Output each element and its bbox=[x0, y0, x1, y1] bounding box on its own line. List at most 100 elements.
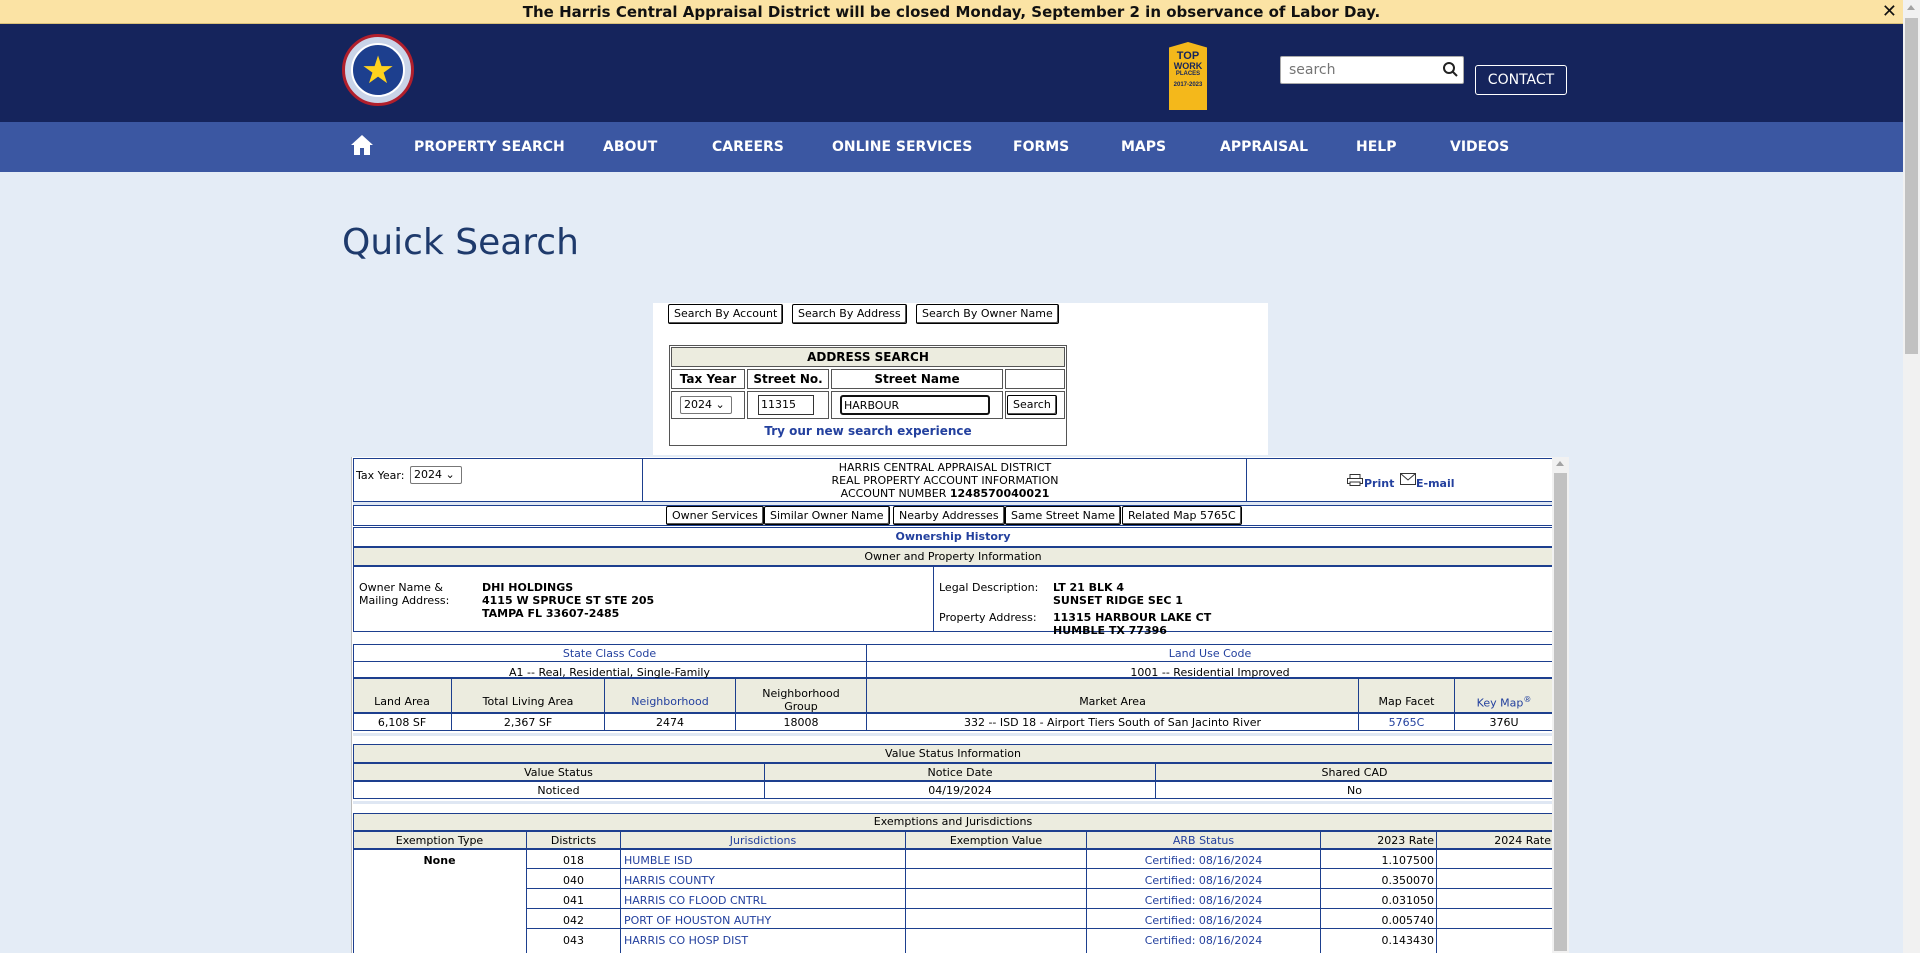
close-icon[interactable]: ✕ bbox=[1882, 0, 1897, 24]
arb-status-value[interactable]: Certified: 08/16/2024 bbox=[1087, 934, 1320, 947]
neighborhood-link[interactable]: Neighborhood bbox=[605, 695, 735, 708]
search-icon[interactable] bbox=[1441, 59, 1459, 81]
search-by-owner-button[interactable]: Search By Owner Name bbox=[916, 304, 1059, 324]
jurisdiction-link[interactable]: HUMBLE ISD bbox=[624, 854, 693, 867]
print-link[interactable]: Print bbox=[1364, 477, 1394, 490]
ownership-history-link[interactable]: Ownership History bbox=[353, 530, 1553, 543]
arb-status-link[interactable]: ARB Status bbox=[1087, 834, 1320, 847]
value-status-title: Value Status Information bbox=[885, 747, 1021, 760]
top-workplaces-badge: TOP WORK PLACES 2017-2023 bbox=[1169, 42, 1207, 110]
street-no-input[interactable]: 11315 bbox=[758, 395, 814, 415]
badge-line: PLACES bbox=[1175, 71, 1201, 77]
email-link[interactable]: E-mail bbox=[1416, 477, 1455, 490]
nav-videos[interactable]: VIDEOS bbox=[1450, 122, 1509, 172]
tax-year-value: 2024 bbox=[684, 398, 712, 411]
scroll-up-icon[interactable] bbox=[1907, 5, 1915, 10]
col-market-area: Market Area bbox=[1079, 695, 1146, 708]
rate-2023: 0.031050 bbox=[1381, 894, 1435, 907]
col-exemption-type: Exemption Type bbox=[395, 834, 484, 847]
col-map-facet: Map Facet bbox=[1378, 695, 1435, 708]
chevron-down-icon: ⌄ bbox=[715, 398, 725, 411]
report-scroll-thumb[interactable] bbox=[1554, 473, 1567, 951]
printer-icon[interactable] bbox=[1347, 474, 1363, 486]
district-code: 042 bbox=[563, 914, 584, 927]
col-street-name: Street Name bbox=[831, 369, 1003, 389]
arb-status-value[interactable]: Certified: 08/16/2024 bbox=[1087, 874, 1320, 887]
contact-button[interactable]: CONTACT bbox=[1475, 65, 1567, 95]
nearby-addresses-button[interactable]: Nearby Addresses bbox=[893, 506, 1005, 525]
key-map-link[interactable]: Key Map® bbox=[1455, 695, 1553, 710]
district-code: 043 bbox=[563, 934, 584, 947]
legal-description-1: LT 21 BLK 4 bbox=[1053, 581, 1125, 594]
jurisdiction-link[interactable]: PORT OF HOUSTON AUTHY bbox=[624, 914, 771, 927]
district-code: 041 bbox=[563, 894, 584, 907]
state-class-code-link[interactable]: State Class Code bbox=[353, 647, 866, 660]
nav-online-services[interactable]: ONLINE SERVICES bbox=[832, 122, 972, 172]
arb-status-value[interactable]: Certified: 08/16/2024 bbox=[1087, 854, 1320, 867]
hcad-logo[interactable]: ★ bbox=[342, 34, 414, 106]
jurisdiction-link[interactable]: HARRIS CO HOSP DIST bbox=[624, 934, 748, 947]
property-address-1: 11315 HARBOUR LAKE CT bbox=[1053, 611, 1212, 624]
owner-services-button[interactable]: Owner Services bbox=[666, 506, 764, 525]
closure-banner: The Harris Central Appraisal District wi… bbox=[0, 0, 1903, 24]
market-area-value: 332 -- ISD 18 - Airport Tiers South of S… bbox=[963, 716, 1262, 729]
legal-description-2: SUNSET RIDGE SEC 1 bbox=[1053, 594, 1183, 607]
registered-mark: ® bbox=[1523, 695, 1532, 704]
similar-owner-button[interactable]: Similar Owner Name bbox=[764, 506, 890, 525]
arb-status-value[interactable]: Certified: 08/16/2024 bbox=[1087, 914, 1320, 927]
jurisdiction-link[interactable]: HARRIS CO FLOOD CNTRL bbox=[624, 894, 766, 907]
address-search-button[interactable]: Search bbox=[1007, 395, 1057, 415]
nav-about[interactable]: ABOUT bbox=[603, 122, 657, 172]
owner-section-title: Owner and Property Information bbox=[864, 550, 1042, 563]
nav-careers[interactable]: CAREERS bbox=[712, 122, 784, 172]
account-number-line: ACCOUNT NUMBER 1248570040021 bbox=[644, 487, 1246, 500]
new-search-experience-link[interactable]: Try our new search experience bbox=[671, 421, 1065, 444]
page-scroll-thumb[interactable] bbox=[1905, 18, 1918, 354]
chevron-down-icon: ⌄ bbox=[445, 468, 455, 481]
report-scrollbar[interactable] bbox=[1552, 457, 1569, 953]
account-report-frame: Tax Year: 2024 ⌄ HARRIS CENTRAL APPRAISA… bbox=[351, 457, 1569, 953]
jurisdictions-link[interactable]: Jurisdictions bbox=[621, 834, 905, 847]
col-exemption-value: Exemption Value bbox=[949, 834, 1043, 847]
search-by-account-button[interactable]: Search By Account bbox=[668, 304, 784, 324]
report-tax-year-value: 2024 bbox=[414, 468, 442, 481]
nav-help[interactable]: HELP bbox=[1356, 122, 1396, 172]
property-address-label: Property Address: bbox=[939, 611, 1037, 624]
report-tax-year-select[interactable]: 2024 ⌄ bbox=[410, 466, 462, 484]
col-notice-date: Notice Date bbox=[927, 766, 993, 779]
tax-year-select[interactable]: 2024 ⌄ bbox=[680, 396, 732, 414]
home-icon[interactable] bbox=[350, 134, 374, 156]
land-area-value: 6,108 SF bbox=[377, 716, 427, 729]
key-map-value: 376U bbox=[1489, 716, 1519, 729]
district-name: HARRIS CENTRAL APPRAISAL DISTRICT bbox=[838, 461, 1052, 474]
col-neighborhood-group-2: Group bbox=[784, 700, 818, 713]
nav-appraisal[interactable]: APPRAISAL bbox=[1220, 122, 1308, 172]
page-scrollbar[interactable] bbox=[1903, 0, 1920, 953]
street-name-input[interactable]: HARBOUR bbox=[840, 395, 990, 415]
nav-maps[interactable]: MAPS bbox=[1121, 122, 1166, 172]
col-districts: Districts bbox=[550, 834, 597, 847]
search-by-address-button[interactable]: Search By Address bbox=[792, 304, 907, 324]
envelope-icon[interactable] bbox=[1400, 473, 1416, 485]
jurisdiction-link[interactable]: HARRIS COUNTY bbox=[624, 874, 715, 887]
main-nav: PROPERTY SEARCH ABOUT CAREERS ONLINE SER… bbox=[0, 122, 1903, 172]
living-area-value: 2,367 SF bbox=[503, 716, 553, 729]
district-code: 040 bbox=[563, 874, 584, 887]
same-street-button[interactable]: Same Street Name bbox=[1005, 506, 1122, 525]
arb-status-value[interactable]: Certified: 08/16/2024 bbox=[1087, 894, 1320, 907]
scroll-up-icon[interactable] bbox=[1556, 461, 1564, 466]
map-facet-link[interactable]: 5765C bbox=[1359, 716, 1454, 729]
page-title: Quick Search bbox=[342, 222, 579, 263]
nav-property-search[interactable]: PROPERTY SEARCH bbox=[414, 122, 565, 172]
district-code: 018 bbox=[563, 854, 584, 867]
related-map-button[interactable]: Related Map 5765C bbox=[1122, 506, 1242, 525]
land-use-code-link[interactable]: Land Use Code bbox=[867, 647, 1553, 660]
account-label: ACCOUNT NUMBER bbox=[840, 487, 947, 500]
nav-forms[interactable]: FORMS bbox=[1013, 122, 1069, 172]
col-street-no: Street No. bbox=[747, 369, 829, 389]
col-value-status: Value Status bbox=[524, 766, 593, 779]
col-tax-year: Tax Year bbox=[671, 369, 745, 389]
value-status: Noticed bbox=[537, 784, 580, 797]
site-search bbox=[1280, 56, 1464, 84]
search-input[interactable] bbox=[1281, 57, 1441, 83]
